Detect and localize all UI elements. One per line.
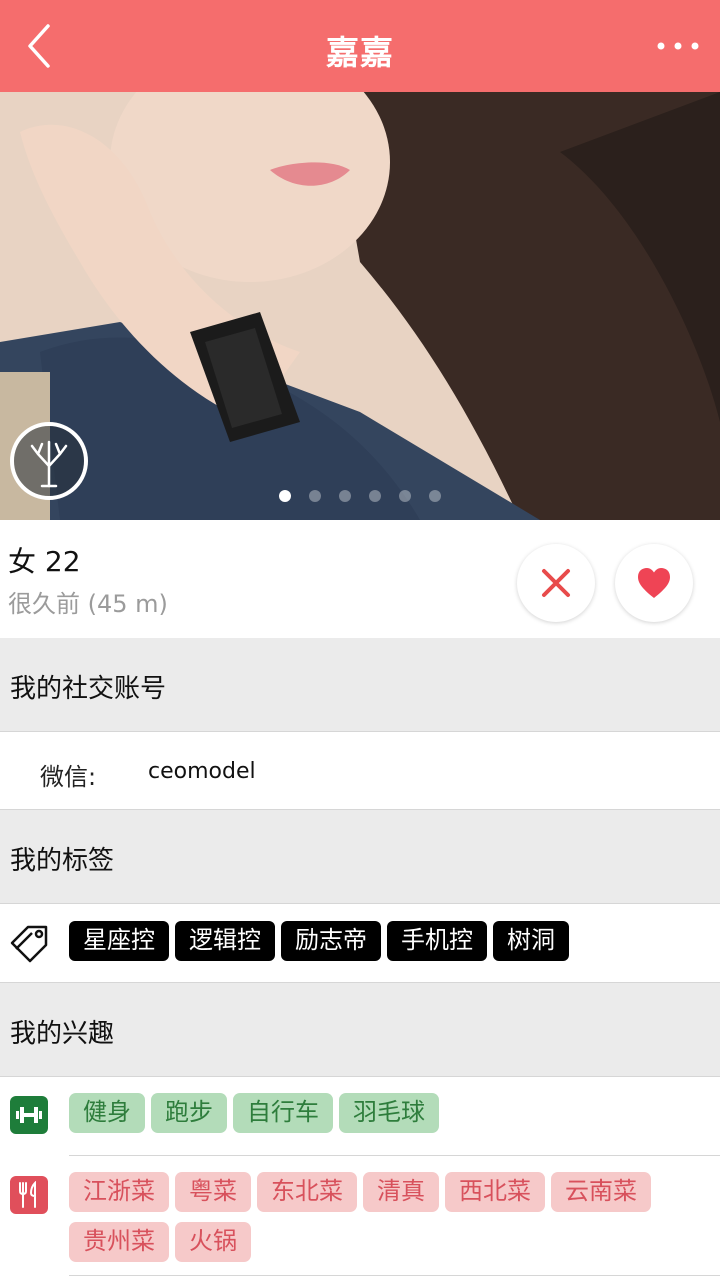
interest-chip[interactable]: 健身 [69, 1093, 145, 1133]
food-interest-list: 江浙菜 粤菜 东北菜 清真 西北菜 云南菜 贵州菜 火锅 [69, 1172, 709, 1262]
social-section-header: 我的社交账号 [0, 638, 720, 732]
profile-photo-carousel[interactable] [0, 92, 720, 520]
dumbbell-icon [10, 1096, 48, 1134]
profile-summary: 女 22 很久前 (45 m) [0, 520, 720, 639]
interests-section-header: 我的兴趣 [0, 983, 720, 1077]
wechat-row[interactable]: 微信: ceomodel [0, 733, 720, 810]
gender-age-text: 女 22 [8, 545, 81, 578]
tag-chip[interactable]: 手机控 [387, 921, 487, 961]
last-seen-text: 很久前 (45 m) [8, 590, 168, 618]
profile-photo [0, 92, 720, 520]
interest-chip[interactable]: 江浙菜 [69, 1172, 169, 1212]
carousel-dot[interactable] [369, 490, 381, 502]
tag-chip[interactable]: 树洞 [493, 921, 569, 961]
interest-chip[interactable]: 云南菜 [551, 1172, 651, 1212]
interest-chip[interactable]: 东北菜 [257, 1172, 357, 1212]
section-title: 我的社交账号 [10, 674, 167, 704]
tag-chip[interactable]: 星座控 [69, 921, 169, 961]
heart-icon [638, 568, 670, 598]
tag-chip[interactable]: 逻辑控 [175, 921, 275, 961]
tags-section-header: 我的标签 [0, 810, 720, 904]
page-title: 嘉嘉 [326, 33, 394, 72]
like-button[interactable] [615, 544, 693, 622]
carousel-dot[interactable] [399, 490, 411, 502]
interest-chip[interactable]: 贵州菜 [69, 1222, 169, 1262]
interest-chip[interactable]: 粤菜 [175, 1172, 251, 1212]
tag-chip[interactable]: 励志帝 [281, 921, 381, 961]
top-bar: 嘉嘉 [0, 0, 720, 92]
wechat-value: ceomodel [148, 759, 256, 784]
carousel-dot[interactable] [309, 490, 321, 502]
dislike-button[interactable] [517, 544, 595, 622]
interest-chip[interactable]: 跑步 [151, 1093, 227, 1133]
carousel-dot[interactable] [279, 490, 291, 502]
divider [69, 1275, 720, 1276]
carousel-dot[interactable] [339, 490, 351, 502]
tag-list: 星座控 逻辑控 励志帝 手机控 树洞 [69, 921, 569, 961]
interest-chip[interactable]: 羽毛球 [339, 1093, 439, 1133]
sports-interest-list: 健身 跑步 自行车 羽毛球 [69, 1093, 709, 1133]
carousel-indicator[interactable] [0, 487, 720, 506]
interest-chip[interactable]: 清真 [363, 1172, 439, 1212]
tag-icon [8, 921, 52, 965]
section-title: 我的标签 [10, 846, 115, 876]
divider [69, 1155, 720, 1156]
close-x-icon [542, 569, 570, 597]
interests-list: 健身 跑步 自行车 羽毛球 江浙菜 粤菜 东北菜 清真 西北菜 云南菜 贵州菜 … [0, 1077, 720, 1277]
wechat-label: 微信: [40, 763, 97, 791]
section-title: 我的兴趣 [10, 1019, 115, 1049]
carousel-dot[interactable] [429, 490, 441, 502]
interest-chip[interactable]: 火锅 [175, 1222, 251, 1262]
interest-chip[interactable]: 西北菜 [445, 1172, 545, 1212]
more-dots-icon[interactable] [656, 34, 700, 58]
fork-knife-icon [10, 1176, 48, 1214]
interest-chip[interactable]: 自行车 [233, 1093, 333, 1133]
tags-row: 星座控 逻辑控 励志帝 手机控 树洞 [0, 905, 720, 983]
